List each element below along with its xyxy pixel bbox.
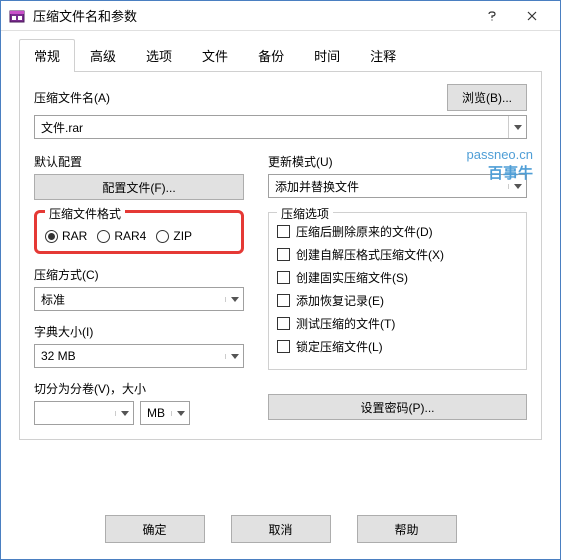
check-create-sfx[interactable]: 创建自解压格式压缩文件(X) <box>277 246 518 263</box>
check-label: 压缩后删除原来的文件(D) <box>296 223 433 240</box>
chevron-down-icon <box>115 411 133 416</box>
check-create-solid[interactable]: 创建固实压缩文件(S) <box>277 269 518 286</box>
chevron-down-icon <box>225 297 243 302</box>
tab-options[interactable]: 选项 <box>131 39 187 71</box>
dict-value: 32 MB <box>35 349 225 363</box>
dict-select[interactable]: 32 MB <box>34 344 244 368</box>
check-label: 添加恢复记录(E) <box>296 292 384 309</box>
tab-backup[interactable]: 备份 <box>243 39 299 71</box>
profile-button[interactable]: 配置文件(F)... <box>34 174 244 200</box>
method-value: 标准 <box>35 291 225 308</box>
radio-label: ZIP <box>173 229 192 243</box>
split-label: 切分为分卷(V)，大小 <box>34 380 244 397</box>
check-label: 创建固实压缩文件(S) <box>296 269 408 286</box>
close-button[interactable] <box>512 2 552 30</box>
checkbox-icon <box>277 271 290 284</box>
help-button[interactable] <box>472 2 512 30</box>
ok-button[interactable]: 确定 <box>105 515 205 543</box>
filename-input[interactable] <box>35 116 508 138</box>
radio-rar4[interactable]: RAR4 <box>97 229 146 243</box>
checkbox-icon <box>277 317 290 330</box>
dialog-body: 常规 高级 选项 文件 备份 时间 注释 压缩文件名(A) 浏览(B)... 默… <box>1 31 560 501</box>
split-unit-select[interactable]: MB <box>140 401 190 425</box>
radio-icon <box>156 230 169 243</box>
chevron-down-icon <box>171 411 189 416</box>
tab-panel: 压缩文件名(A) 浏览(B)... 默认配置 配置文件(F)... 压缩文件格式… <box>19 72 542 440</box>
app-icon <box>9 8 25 24</box>
set-password-button[interactable]: 设置密码(P)... <box>268 394 527 420</box>
filename-combo[interactable] <box>34 115 527 139</box>
checkbox-icon <box>277 225 290 238</box>
radio-zip[interactable]: ZIP <box>156 229 192 243</box>
format-group: 压缩文件格式 RAR RAR4 ZIP <box>34 210 244 254</box>
radio-icon <box>97 230 110 243</box>
tab-comment[interactable]: 注释 <box>355 39 411 71</box>
browse-button[interactable]: 浏览(B)... <box>447 84 527 111</box>
tab-files[interactable]: 文件 <box>187 39 243 71</box>
dialog-window: 压缩文件名和参数 常规 高级 选项 文件 备份 时间 注释 压缩文件名(A) 浏… <box>0 0 561 560</box>
check-label: 创建自解压格式压缩文件(X) <box>296 246 444 263</box>
check-lock-archive[interactable]: 锁定压缩文件(L) <box>277 338 518 355</box>
options-group-title: 压缩选项 <box>277 205 333 222</box>
options-group: 压缩选项 压缩后删除原来的文件(D) 创建自解压格式压缩文件(X) 创建固实压缩… <box>268 212 527 370</box>
tab-general[interactable]: 常规 <box>19 39 75 71</box>
update-mode-select[interactable]: 添加并替换文件 <box>268 174 527 198</box>
check-test-archive[interactable]: 测试压缩的文件(T) <box>277 315 518 332</box>
radio-label: RAR <box>62 229 87 243</box>
split-size-select[interactable] <box>34 401 134 425</box>
checkbox-icon <box>277 248 290 261</box>
tab-strip: 常规 高级 选项 文件 备份 时间 注释 <box>19 39 542 72</box>
chevron-down-icon <box>225 354 243 359</box>
profile-label: 默认配置 <box>34 153 244 170</box>
radio-rar[interactable]: RAR <box>45 229 87 243</box>
checkbox-icon <box>277 340 290 353</box>
update-mode-value: 添加并替换文件 <box>269 178 508 195</box>
format-group-title: 压缩文件格式 <box>45 205 125 222</box>
check-delete-after[interactable]: 压缩后删除原来的文件(D) <box>277 223 518 240</box>
update-mode-label: 更新模式(U) <box>268 153 527 170</box>
radio-icon <box>45 230 58 243</box>
chevron-down-icon <box>508 184 526 189</box>
checkbox-icon <box>277 294 290 307</box>
radio-label: RAR4 <box>114 229 146 243</box>
tab-advanced[interactable]: 高级 <box>75 39 131 71</box>
method-label: 压缩方式(C) <box>34 266 244 283</box>
check-add-recovery[interactable]: 添加恢复记录(E) <box>277 292 518 309</box>
help-button-footer[interactable]: 帮助 <box>357 515 457 543</box>
filename-label: 压缩文件名(A) <box>34 89 110 106</box>
dict-label: 字典大小(I) <box>34 323 244 340</box>
check-label: 测试压缩的文件(T) <box>296 315 395 332</box>
tab-time[interactable]: 时间 <box>299 39 355 71</box>
dialog-footer: 确定 取消 帮助 <box>1 501 560 559</box>
window-title: 压缩文件名和参数 <box>33 6 472 25</box>
check-label: 锁定压缩文件(L) <box>296 338 383 355</box>
method-select[interactable]: 标准 <box>34 287 244 311</box>
cancel-button[interactable]: 取消 <box>231 515 331 543</box>
chevron-down-icon[interactable] <box>508 116 526 138</box>
titlebar: 压缩文件名和参数 <box>1 1 560 31</box>
split-unit-value: MB <box>141 406 171 420</box>
filename-row: 压缩文件名(A) 浏览(B)... <box>34 84 527 111</box>
